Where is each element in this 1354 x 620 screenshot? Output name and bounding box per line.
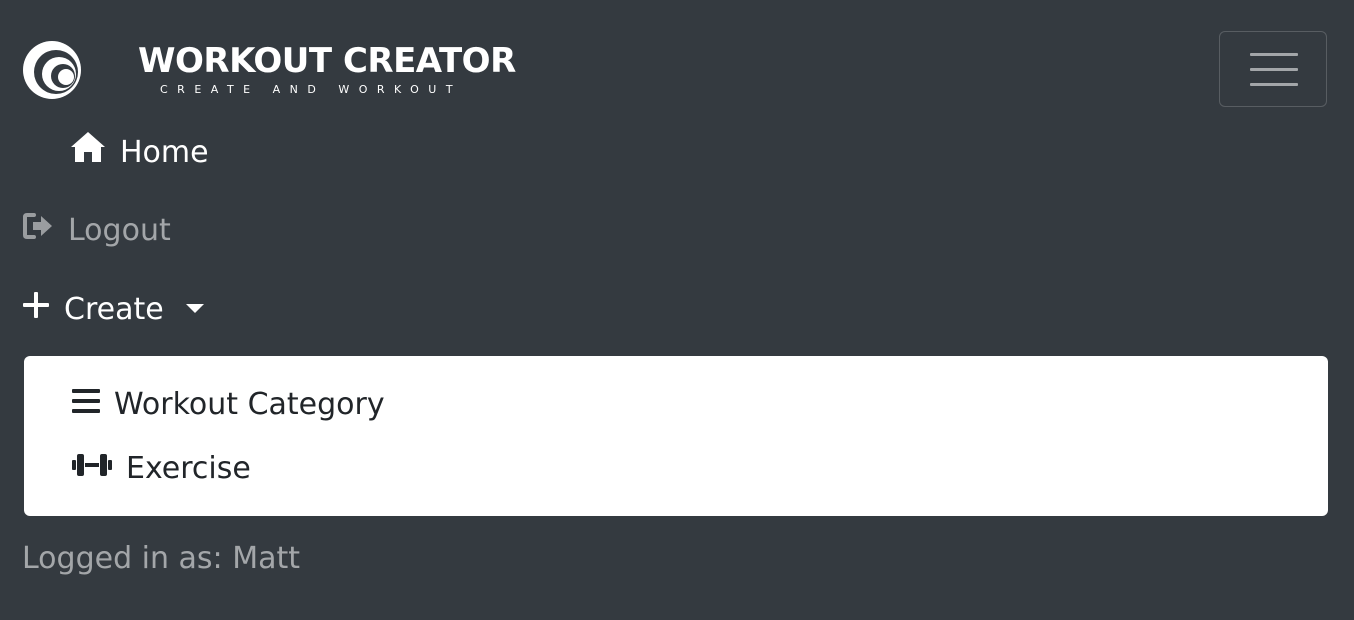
sign-out-icon: [22, 211, 54, 251]
dropdown-item-label: Workout Category: [114, 387, 385, 422]
create-dropdown-menu: Workout Category Exercise: [24, 356, 1328, 516]
dropdown-item-label: Exercise: [126, 451, 251, 486]
nav-home-label: Home: [120, 134, 209, 170]
dropdown-item-workout-category[interactable]: Workout Category: [72, 385, 385, 425]
nav-logout-label: Logout: [68, 213, 171, 248]
brand-tagline: CREATE AND WORKOUT: [160, 83, 463, 96]
bars-icon: [72, 385, 100, 425]
brand-title: WORKOUT CREATOR: [138, 41, 516, 81]
nav-home-link[interactable]: Home: [70, 131, 209, 174]
home-icon: [70, 131, 106, 174]
nav-create-label: Create: [64, 292, 164, 327]
caret-down-icon: [185, 303, 204, 313]
navbar: WORKOUT CREATOR CREATE AND WORKOUT Home …: [0, 0, 1354, 620]
crescent-swirl-logo-icon: [23, 41, 81, 99]
nav-create-dropdown-toggle[interactable]: Create: [22, 290, 204, 330]
navbar-toggler-button[interactable]: [1219, 31, 1327, 107]
dropdown-item-exercise[interactable]: Exercise: [72, 449, 251, 489]
nav-logout-link[interactable]: Logout: [22, 211, 171, 251]
logged-in-status: Logged in as: Matt: [22, 541, 300, 576]
brand-logo[interactable]: [22, 40, 82, 100]
dumbbell-icon: [72, 449, 112, 489]
plus-icon: [22, 290, 50, 330]
brand[interactable]: WORKOUT CREATOR CREATE AND WORKOUT: [138, 40, 538, 96]
